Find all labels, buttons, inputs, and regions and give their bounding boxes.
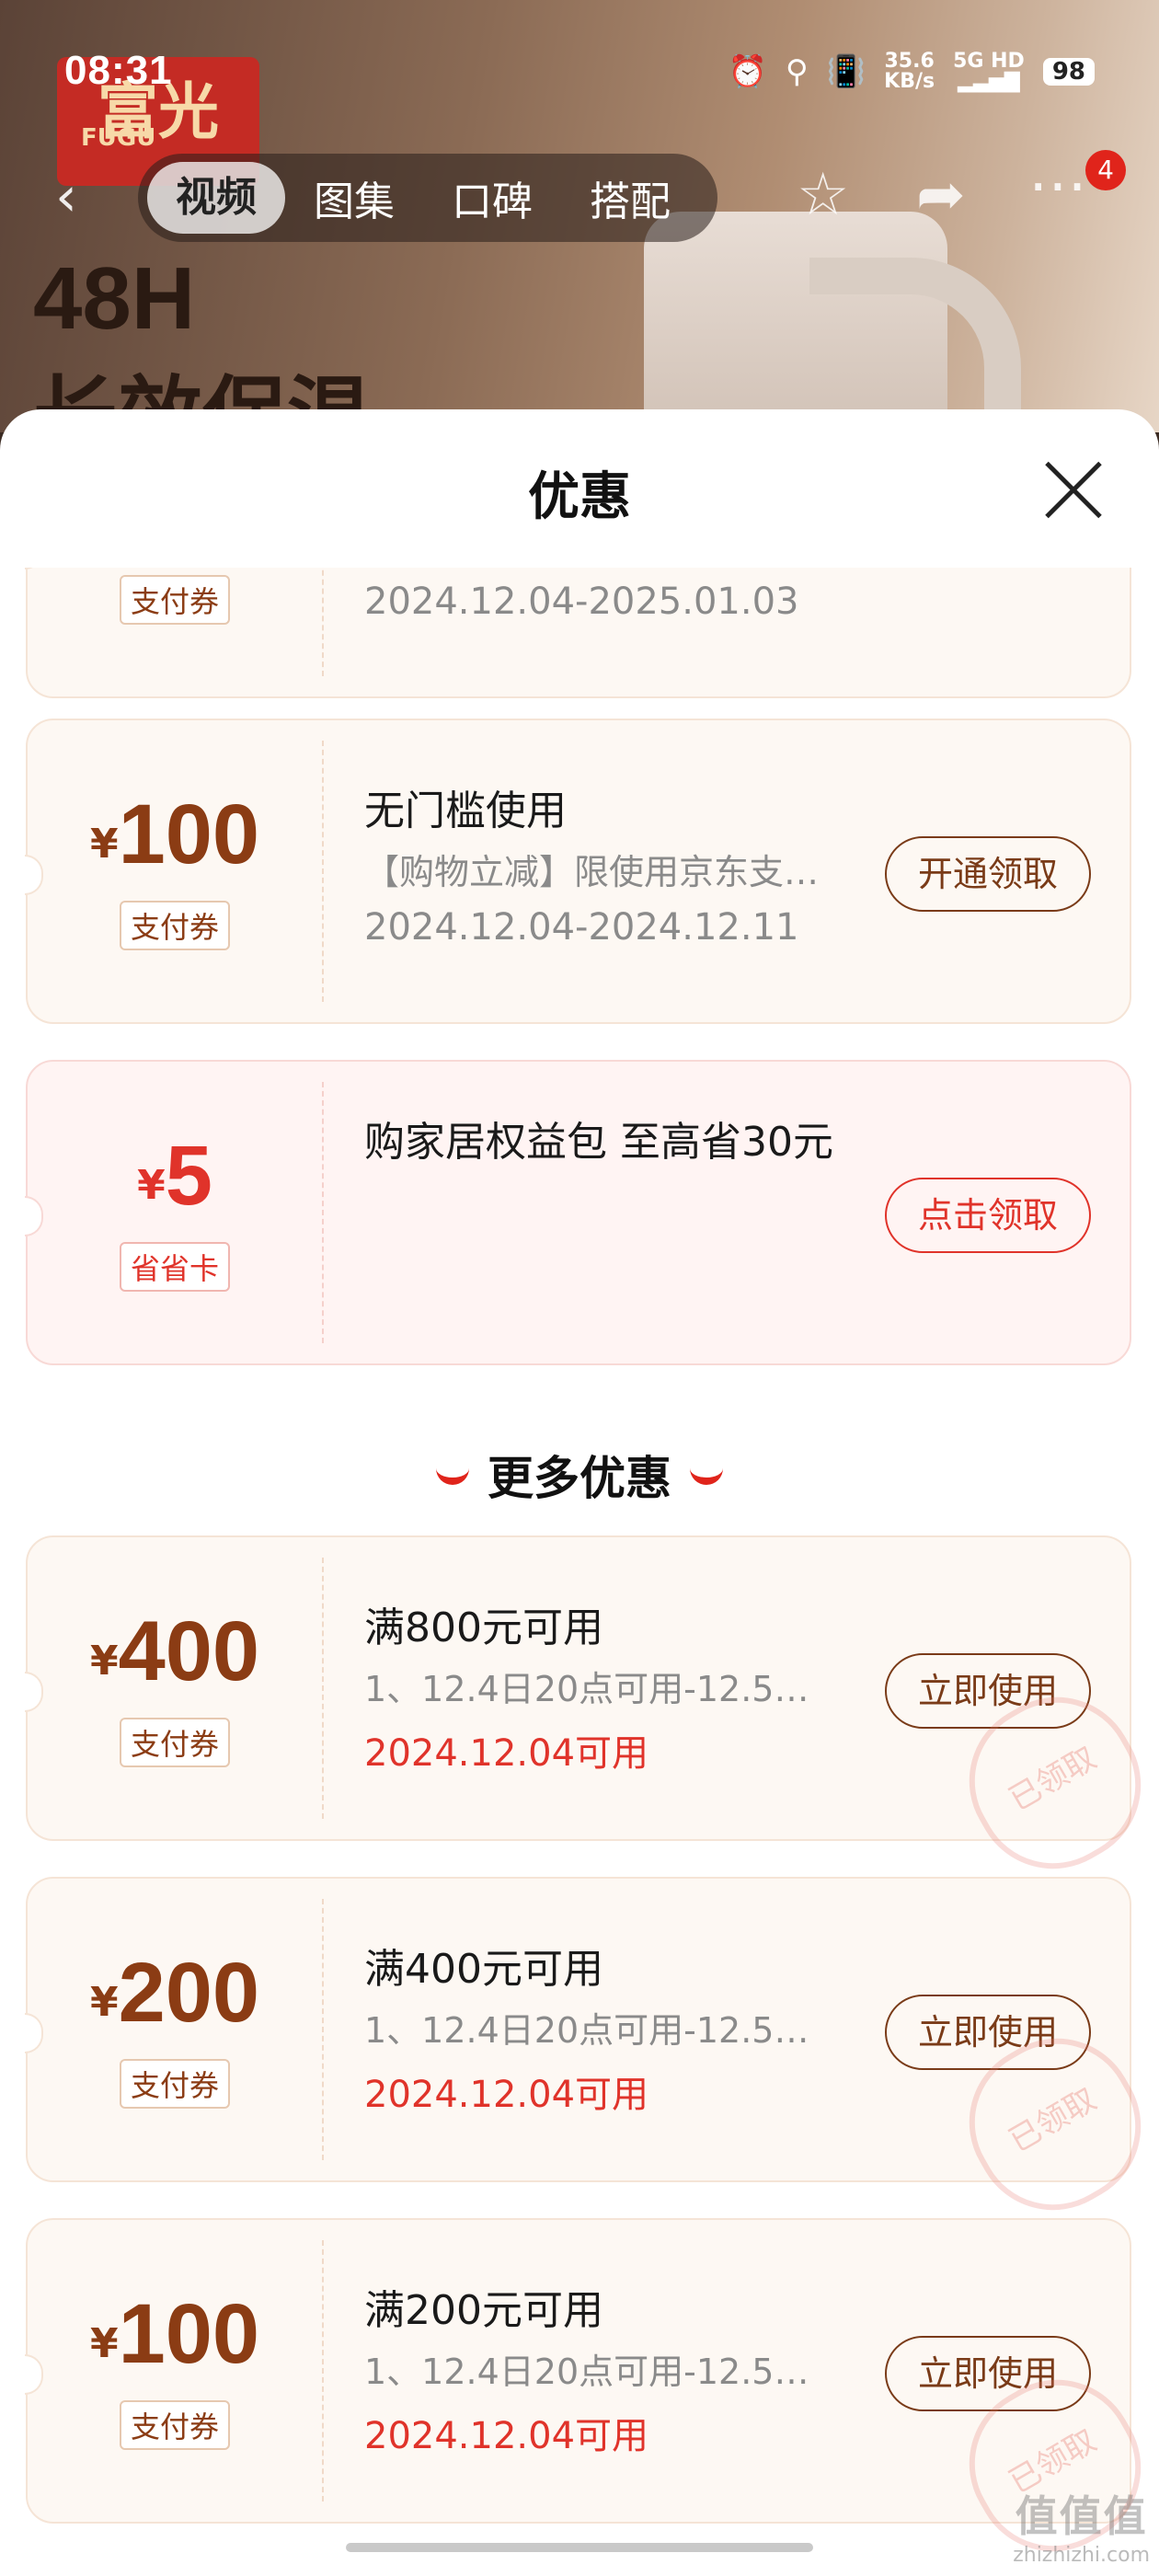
coupon-card: ¥400 支付券 满800元可用 1、12.4日20点可用-12.5… 2024… <box>25 1535 1159 1898</box>
coupon-list[interactable]: 支付券 2024.12.04-2025.01.03 ¥100 支付券 无门槛使用… <box>0 568 1159 2576</box>
coupon-card: ¥5 省省卡 购家居权益包 至高省30元 点击领取 <box>25 1060 1131 1365</box>
coupon-title: 无门槛使用 <box>364 788 567 834</box>
coupon-tag: 支付券 <box>28 575 322 625</box>
claim-button[interactable]: 点击领取 <box>885 1178 1091 1253</box>
coupon-desc: 1、12.4日20点可用-12.5… <box>364 1669 809 1709</box>
close-icon[interactable] <box>1041 457 1106 522</box>
coupon-tag: 支付券 <box>28 2400 322 2450</box>
coupon-date: 2024.12.04可用 <box>364 2415 649 2457</box>
coupon-card: ¥100 支付券 满200元可用 1、12.4日20点可用-12.5… 2024… <box>25 2218 1159 2576</box>
coupon-desc: 1、12.4日20点可用-12.5… <box>364 2352 809 2392</box>
star-icon[interactable]: ☆ <box>797 161 849 229</box>
sheet-title: 优惠 <box>528 467 631 527</box>
tab-video[interactable]: 视频 <box>147 162 285 234</box>
product-nav: ‹ 视频 图集 口碑 搭配 ☆ ➦ ⋯ 4 <box>0 150 1159 244</box>
back-icon[interactable]: ‹ <box>55 165 77 229</box>
tab-match[interactable]: 搭配 <box>561 168 699 227</box>
watermark: 值值值 zhizhizhi.com <box>1013 2491 1150 2567</box>
battery-icon: 98 <box>1042 58 1095 86</box>
media-tabs: 视频 图集 口碑 搭配 <box>138 154 717 242</box>
coupon-desc: 【购物立减】限使用京东支… <box>364 852 820 892</box>
clock: 08:31 <box>64 48 173 93</box>
coupon-amount: ¥5 <box>137 1129 212 1223</box>
hero-headline: 48H <box>33 249 196 348</box>
vibrate-icon: 📳 <box>826 53 866 90</box>
coupon-title: 满400元可用 <box>364 1946 603 1993</box>
more-icon[interactable]: ⋯ <box>1028 152 1087 220</box>
coupon-date: 2024.12.04可用 <box>364 1732 649 1775</box>
notification-badge: 4 <box>1085 150 1126 190</box>
coupon-amount: ¥100 <box>89 2287 260 2381</box>
coupon-amount: ¥400 <box>89 1604 260 1698</box>
home-indicator[interactable] <box>346 2543 813 2552</box>
coupon-desc: 1、12.4日20点可用-12.5… <box>364 2010 809 2051</box>
share-icon[interactable]: ➦ <box>916 161 966 229</box>
coupon-title: 购家居权益包 至高省30元 <box>364 1119 833 1166</box>
location-icon: ⚲ <box>785 53 809 90</box>
coupon-card: 支付券 2024.12.04-2025.01.03 <box>25 568 1131 698</box>
coupon-title: 满800元可用 <box>364 1604 603 1651</box>
coupon-date: 2024.12.04-2024.12.11 <box>364 906 799 949</box>
signal-icon: 5G HD ▂▃▅▇ <box>953 50 1025 93</box>
more-discounts-heading: 更多优惠 <box>0 1442 1159 1508</box>
discount-sheet: 优惠 支付券 2024.12.04-2025.01.03 ¥100 支付券 无门… <box>0 409 1159 2576</box>
coupon-tag: 支付券 <box>28 1718 322 1767</box>
coupon-tag: 省省卡 <box>28 1242 322 1292</box>
coupon-tag: 支付券 <box>28 2059 322 2109</box>
tab-gallery[interactable]: 图集 <box>285 168 423 227</box>
coupon-title: 满200元可用 <box>364 2287 603 2334</box>
coupon-card: ¥100 支付券 无门槛使用 【购物立减】限使用京东支… 2024.12.04-… <box>25 719 1131 1024</box>
coupon-amount: ¥200 <box>89 1946 260 2040</box>
claim-button[interactable]: 开通领取 <box>885 836 1091 912</box>
coupon-tag: 支付券 <box>28 901 322 950</box>
coupon-date: 2024.12.04-2025.01.03 <box>364 581 799 623</box>
tab-reviews[interactable]: 口碑 <box>423 168 561 227</box>
coupon-card: ¥200 支付券 满400元可用 1、12.4日20点可用-12.5… 2024… <box>25 1877 1159 2239</box>
alarm-icon: ⏰ <box>728 53 767 90</box>
status-bar: 08:31 ⏰ ⚲ 📳 35.6 KB/s 5G HD ▂▃▅▇ 98 <box>0 0 1159 138</box>
network-speed: 35.6 KB/s <box>884 50 935 93</box>
coupon-date: 2024.12.04可用 <box>364 2074 649 2116</box>
coupon-amount: ¥100 <box>89 788 260 881</box>
